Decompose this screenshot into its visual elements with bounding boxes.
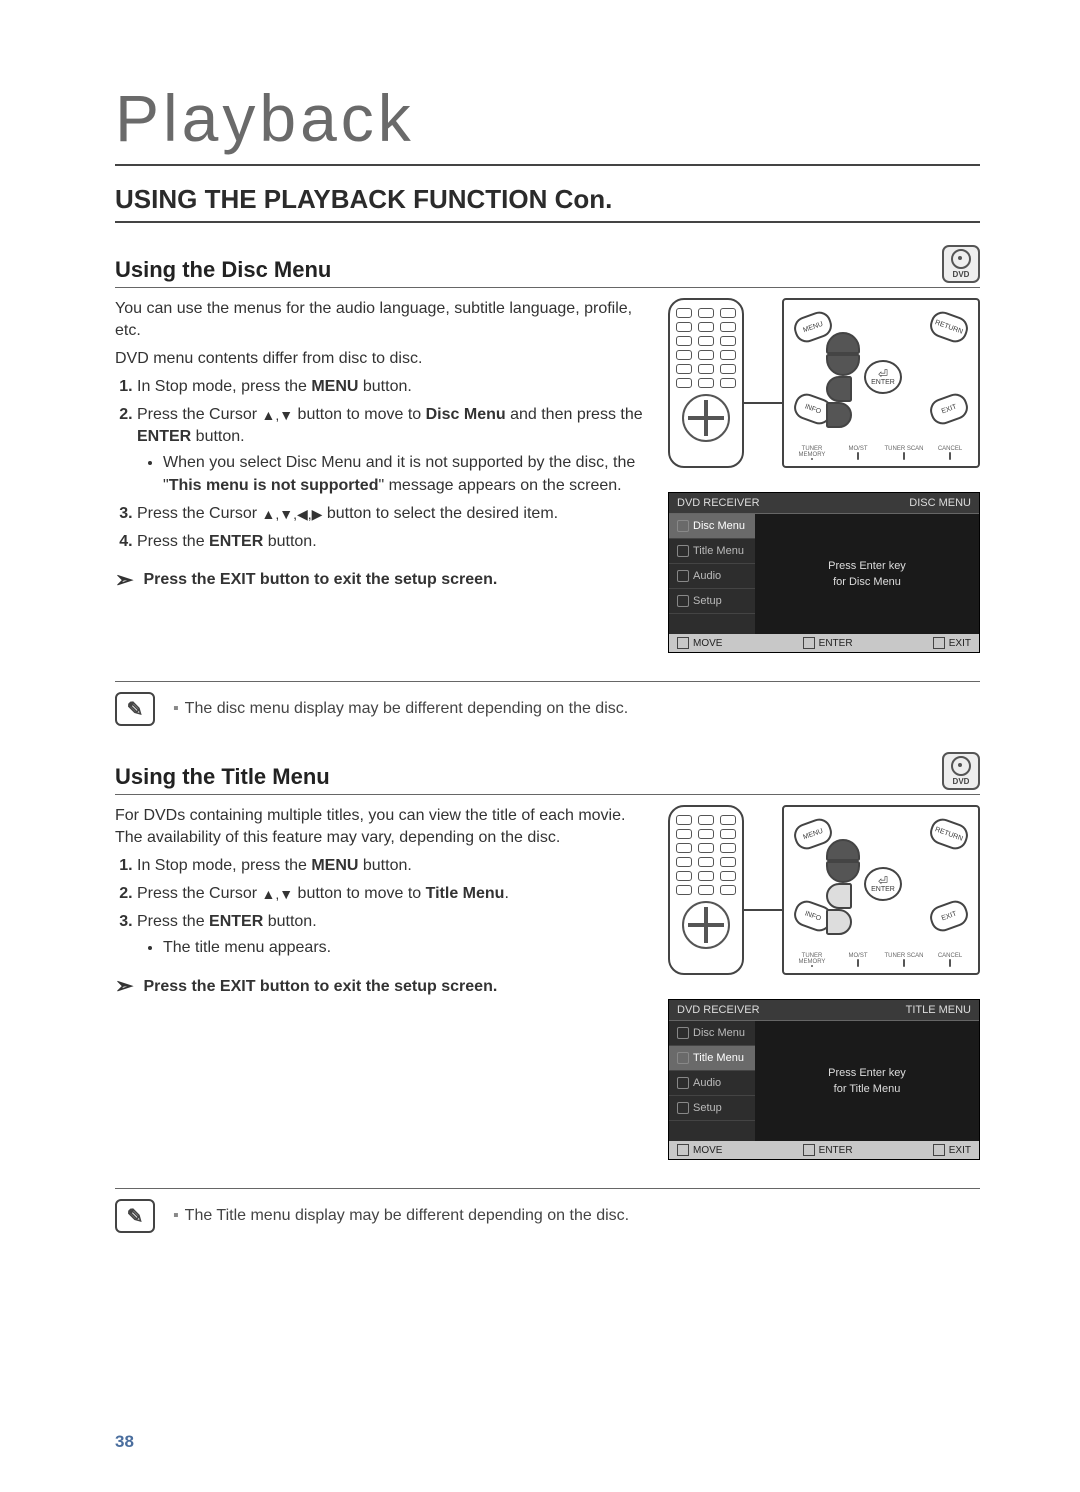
osd-hdr-left: DVD RECEIVER <box>677 497 760 509</box>
title-step-1: In Stop mode, press the MENU button. <box>137 855 644 877</box>
osd-side-item: Setup <box>669 1096 755 1121</box>
controller-diagram-disc: MENU RETURN INFO EXIT ⏎ENTER TUNER MEMOR… <box>782 298 980 468</box>
disc-intro-2: DVD menu contents differ from disc to di… <box>115 348 644 370</box>
page-title: Playback <box>115 80 980 166</box>
title-step-2: Press the Cursor ▲,▼ button to move to T… <box>137 883 644 905</box>
remote-icon <box>668 805 744 975</box>
title-note: ✎ ▪The Title menu display may be differe… <box>115 1199 980 1233</box>
osd-side-item: Disc Menu <box>669 1021 755 1046</box>
subtitle-row-title: Using the Title Menu DVD <box>115 752 980 795</box>
divider <box>115 1188 980 1189</box>
title-right-col: MENU RETURN INFO EXIT ⏎ENTER TUNER MEMOR… <box>668 805 980 1160</box>
title-step-3: Press the ENTER button. The title menu a… <box>137 911 644 959</box>
disc-step-3: Press the Cursor ▲,▼,◀,▶ button to selec… <box>137 503 644 525</box>
disc-step-2: Press the Cursor ▲,▼ button to move to D… <box>137 404 644 496</box>
disc-step-1: In Stop mode, press the MENU button. <box>137 376 644 398</box>
osd-side-item: Disc Menu <box>669 514 755 539</box>
disc-right-col: MENU RETURN INFO EXIT ⏎ENTER TUNER MEMOR… <box>668 298 980 653</box>
remote-icon <box>668 298 744 468</box>
osd-disc-menu: DVD RECEIVER DISC MENU Disc Menu Title M… <box>668 492 980 653</box>
subtitle-row-disc: Using the Disc Menu DVD <box>115 245 980 288</box>
osd-title-menu: DVD RECEIVER TITLE MENU Disc Menu Title … <box>668 999 980 1160</box>
enter-button-icon: ⏎ENTER <box>864 360 902 394</box>
disc-menu-content: You can use the menus for the audio lang… <box>115 298 980 653</box>
remote-figure-title: MENU RETURN INFO EXIT ⏎ENTER TUNER MEMOR… <box>668 805 980 975</box>
dvd-badge-icon: DVD <box>942 245 980 283</box>
osd-hdr-right: DISC MENU <box>909 497 971 509</box>
dpad-icon: ⏎ENTER <box>826 332 936 418</box>
lead-line <box>744 909 782 911</box>
note-icon: ✎ <box>115 1199 155 1233</box>
title-menu-title: Using the Title Menu <box>115 764 330 790</box>
lead-line <box>744 402 782 404</box>
title-menu-content: For DVDs containing multiple titles, you… <box>115 805 980 1160</box>
osd-main-line: Press Enter key <box>828 1067 906 1079</box>
osd-main-line: for Title Menu <box>834 1083 901 1095</box>
disc-step-4: Press the ENTER button. <box>137 531 644 553</box>
remote-figure-disc: MENU RETURN INFO EXIT ⏎ENTER TUNER MEMOR… <box>668 298 980 468</box>
osd-hdr-right: TITLE MENU <box>906 1004 971 1016</box>
osd-main-line: for Disc Menu <box>833 576 901 588</box>
page-number: 38 <box>115 1432 134 1452</box>
up-down-icon: ▲,▼ <box>261 886 293 902</box>
controller-diagram-title: MENU RETURN INFO EXIT ⏎ENTER TUNER MEMOR… <box>782 805 980 975</box>
dpad-icon: ⏎ENTER <box>826 839 936 925</box>
up-down-icon: ▲,▼ <box>261 407 293 423</box>
section-heading: USING THE PLAYBACK FUNCTION Con. <box>115 184 980 223</box>
tip-arrow-icon: ➣ <box>115 565 133 595</box>
disc-tip: ➣ Press the EXIT button to exit the setu… <box>115 565 644 595</box>
disc-menu-title: Using the Disc Menu <box>115 257 331 283</box>
all-arrows-icon: ▲,▼,◀,▶ <box>261 506 322 522</box>
title-menu-text: For DVDs containing multiple titles, you… <box>115 805 644 1160</box>
enter-button-icon: ⏎ENTER <box>864 867 902 901</box>
osd-main-line: Press Enter key <box>828 560 906 572</box>
osd-hdr-left: DVD RECEIVER <box>677 1004 760 1016</box>
title-step-3-bullet: The title menu appears. <box>163 937 644 959</box>
manual-page: Playback USING THE PLAYBACK FUNCTION Con… <box>0 0 1080 1492</box>
disc-intro-1: You can use the menus for the audio lang… <box>115 298 644 342</box>
disc-note: ✎ ▪The disc menu display may be differen… <box>115 692 980 726</box>
osd-side-item: Title Menu <box>669 539 755 564</box>
dvd-badge-icon: DVD <box>942 752 980 790</box>
osd-side-item: Audio <box>669 564 755 589</box>
osd-side-item: Title Menu <box>669 1046 755 1071</box>
divider <box>115 681 980 682</box>
osd-side-item: Setup <box>669 589 755 614</box>
note-icon: ✎ <box>115 692 155 726</box>
disc-menu-text: You can use the menus for the audio lang… <box>115 298 644 653</box>
osd-side-item: Audio <box>669 1071 755 1096</box>
title-tip: ➣ Press the EXIT button to exit the setu… <box>115 971 644 1001</box>
tip-arrow-icon: ➣ <box>115 971 133 1001</box>
disc-step-2-bullet: When you select Disc Menu and it is not … <box>163 452 644 496</box>
title-intro: For DVDs containing multiple titles, you… <box>115 805 644 849</box>
